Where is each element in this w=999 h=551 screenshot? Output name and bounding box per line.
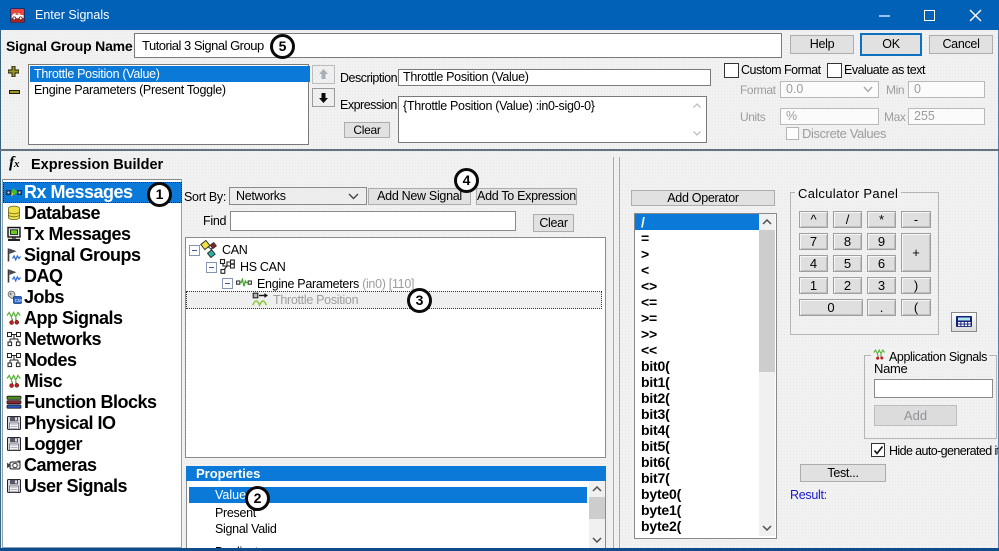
svg-text:CM: CM	[15, 298, 22, 303]
